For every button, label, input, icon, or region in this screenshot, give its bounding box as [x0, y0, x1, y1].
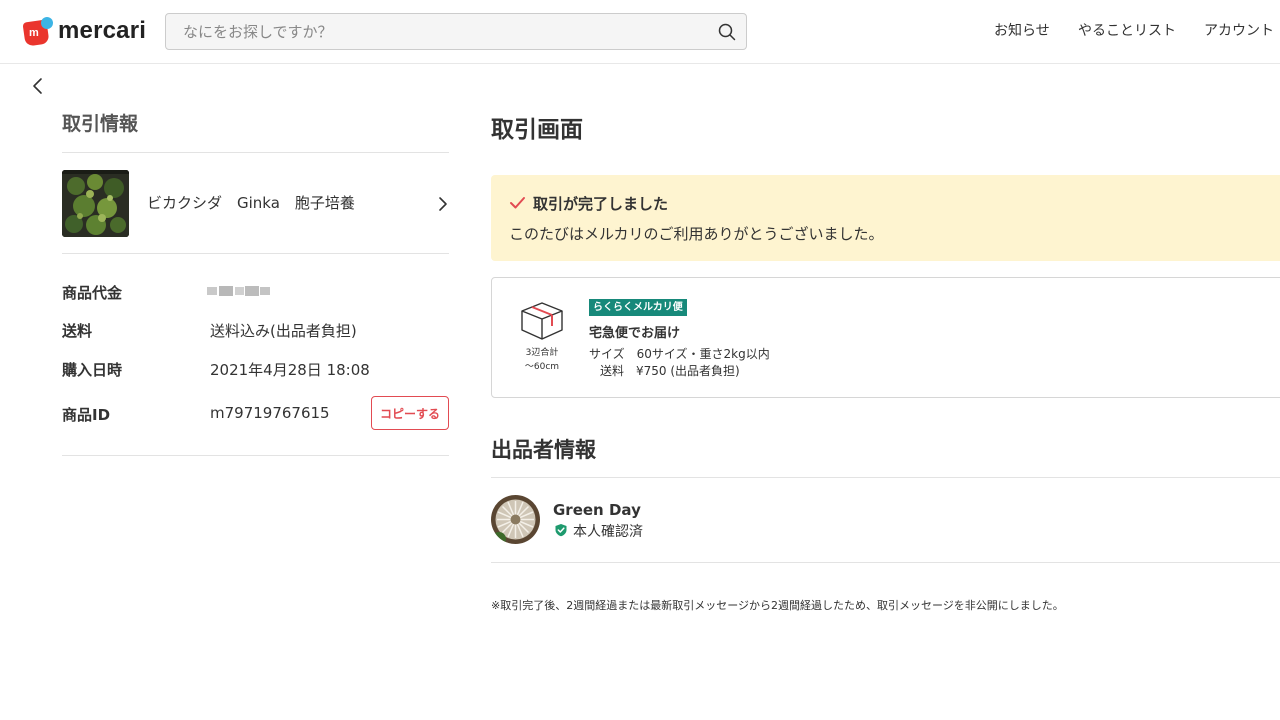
verified-label: 本人確認済 [573, 524, 643, 540]
logo-text: mercari [58, 17, 147, 44]
divider [491, 562, 1280, 563]
check-icon [510, 197, 525, 209]
search-input[interactable] [166, 14, 706, 49]
shipping-fee: 送料 ¥750 (出品者負担) [600, 364, 740, 378]
purchase-date-label: 購入日時 [62, 361, 123, 379]
seller-name[interactable]: Green Day [553, 501, 641, 519]
mercari-logo-icon: m [22, 16, 54, 47]
complete-title: 取引が完了しました [533, 195, 669, 213]
box-size-caption: 3辺合計 〜60cm [524, 348, 560, 372]
shipping-size: サイズ 60サイズ・重さ2kg以内 [589, 347, 770, 361]
divider [62, 253, 449, 254]
item-id-label: 商品ID [62, 406, 111, 424]
item-id-value: m79719767615 [210, 404, 330, 422]
price-label: 商品代金 [62, 284, 123, 302]
transaction-info-title: 取引情報 [62, 113, 139, 135]
package-box-icon [521, 302, 563, 340]
search-icon[interactable] [718, 23, 736, 41]
search-box [165, 13, 747, 50]
divider [62, 455, 449, 456]
nav-todo-list[interactable]: やることリスト [1078, 20, 1176, 40]
verified-shield-icon [555, 524, 567, 537]
purchase-date-value: 2021年4月28日 18:08 [210, 361, 370, 379]
nav-account[interactable]: アカウント [1204, 20, 1274, 40]
complete-message: このたびはメルカリのご利用ありがとうございました。 [509, 225, 884, 243]
nav-notifications[interactable]: お知らせ [994, 20, 1050, 40]
message-notice: ※取引完了後、2週間経過または最新取引メッセージから2週間経過したため、取引メッ… [491, 599, 1064, 612]
seller-avatar[interactable] [491, 495, 540, 544]
shipping-label: 送料 [62, 322, 93, 340]
item-name: ビカクシダ Ginka 胞子培養 [147, 194, 355, 212]
shipping-value: 送料込み(出品者負担) [210, 322, 357, 340]
item-thumbnail [62, 170, 129, 237]
page-title: 取引画面 [491, 117, 583, 143]
copy-button[interactable]: コピーする [371, 396, 449, 430]
shipping-method: 宅急便でお届け [589, 326, 681, 341]
back-icon[interactable] [28, 76, 48, 96]
item-link[interactable]: ビカクシダ Ginka 胞子培養 [62, 170, 449, 237]
seller-info-title: 出品者情報 [491, 438, 596, 462]
mercari-logo[interactable]: m mercari [22, 15, 147, 47]
chevron-right-icon [439, 197, 447, 211]
divider [491, 477, 1280, 478]
divider [62, 152, 449, 153]
header: m mercari お知らせ やることリスト アカウント [0, 0, 1280, 64]
transaction-complete-banner [491, 175, 1280, 261]
price-value-blurred [207, 286, 270, 296]
rakuraku-mercari-badge: らくらくメルカリ便 [589, 299, 687, 316]
